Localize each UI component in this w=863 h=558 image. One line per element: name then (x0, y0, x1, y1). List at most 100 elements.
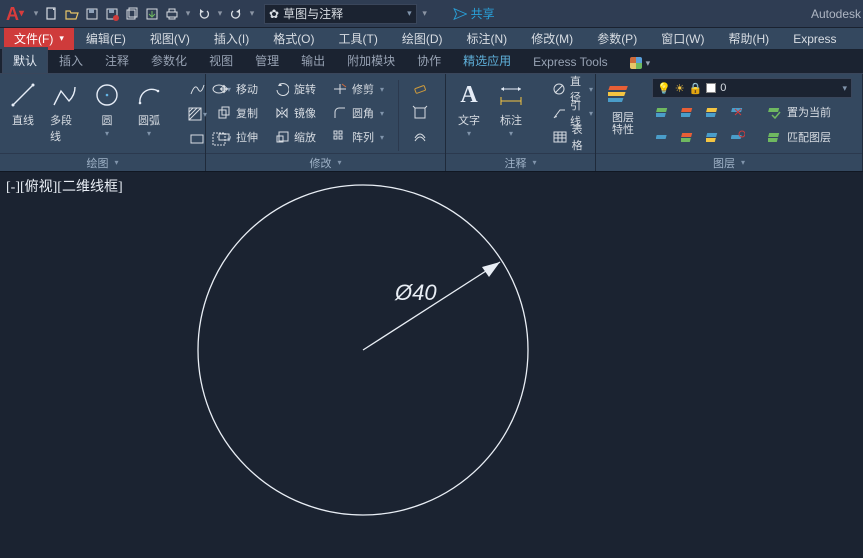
leader-icon (552, 105, 566, 121)
brand-label: Autodesk (811, 7, 861, 21)
dim-button[interactable]: 标注▾ (494, 78, 528, 153)
stretch-button[interactable]: 拉伸 (212, 126, 262, 148)
layer-lock-icon[interactable] (702, 101, 724, 123)
redo-caret[interactable]: ▾ (248, 6, 256, 22)
layerprops-button[interactable]: 图层 特性 (602, 78, 644, 153)
scale-button[interactable]: 缩放 (270, 126, 320, 148)
fillet-icon (332, 105, 348, 121)
layer-unlock-icon[interactable] (727, 101, 749, 123)
save-icon[interactable] (84, 6, 100, 22)
undo-caret[interactable]: ▾ (216, 6, 224, 22)
new-icon[interactable] (44, 6, 60, 22)
share-button[interactable]: 共享 (453, 5, 495, 22)
layer-off-icon[interactable] (652, 101, 674, 123)
polyline-icon (50, 80, 80, 110)
tab-express[interactable]: Express Tools (522, 50, 618, 73)
arc-button[interactable]: 圆弧 ▾ (132, 78, 166, 153)
ribbon: 直线 多段线 圆 ▾ 圆弧 ▾ ▾ (0, 74, 863, 172)
workspace-label: 草图与注释 (283, 5, 343, 22)
tab-collab[interactable]: 协作 (406, 47, 452, 73)
spline-icon[interactable] (186, 78, 208, 100)
panel-draw-title[interactable]: 绘图 (0, 153, 205, 171)
qat-caret[interactable]: ▾ (32, 6, 40, 22)
layer-dropdown[interactable]: 💡 ☀ 🔒 0 ▾ (652, 78, 852, 98)
layer-merge-icon[interactable] (702, 126, 724, 148)
tab-annotate[interactable]: 注释 (94, 47, 140, 73)
table-icon (552, 129, 568, 145)
menu-param[interactable]: 参数(P) (585, 28, 649, 50)
hatch-icon[interactable]: ▾ (186, 103, 208, 125)
share-label: 共享 (471, 5, 495, 22)
gear-icon: ✿ (269, 7, 279, 21)
workspace-caret[interactable]: ▾ (421, 6, 429, 22)
mirror-button[interactable]: 镜像 (270, 102, 320, 124)
rectangle-icon[interactable] (186, 128, 208, 150)
panel-modify: ✥移动 复制 拉伸 旋转 镜像 缩放 修剪▾ 圆角▾ 阵列▾ 修改 (206, 74, 446, 171)
fillet-button[interactable]: 圆角▾ (328, 102, 388, 124)
layer-uniso-icon[interactable] (677, 126, 699, 148)
rotate-icon (274, 81, 290, 97)
layer-delete-icon[interactable] (727, 126, 749, 148)
dimension-text: Ø40 (394, 280, 437, 305)
layer-iso-icon[interactable] (652, 126, 674, 148)
trim-button[interactable]: 修剪▾ (328, 78, 388, 100)
layerprops-icon (608, 80, 638, 110)
tab-parametric[interactable]: 参数化 (140, 47, 198, 73)
circle-icon (92, 80, 122, 110)
panel-annotate-title[interactable]: 注释 (446, 153, 595, 171)
scale-icon (274, 129, 290, 145)
table-button[interactable]: 表格 (548, 126, 597, 148)
match-layer-button[interactable]: 匹配图层 (763, 126, 835, 148)
offset-icon[interactable] (409, 126, 431, 148)
tab-output[interactable]: 输出 (290, 47, 336, 73)
saveweb-icon[interactable] (144, 6, 160, 22)
layer-freeze-icon[interactable] (677, 101, 699, 123)
panel-annotate: A 文字▾ 标注▾ 直径▾ 引线▾ 表格 注释 (446, 74, 596, 171)
tab-view[interactable]: 视图 (198, 47, 244, 73)
menu-express[interactable]: Express (781, 28, 848, 50)
menu-window[interactable]: 窗口(W) (649, 28, 716, 50)
match-layer-icon (767, 129, 783, 145)
set-current-button[interactable]: 置为当前 (763, 101, 835, 123)
menu-help[interactable]: 帮助(H) (717, 28, 782, 50)
openweb-icon[interactable] (124, 6, 140, 22)
panel-layer-title[interactable]: 图层 (596, 153, 862, 171)
explode-icon[interactable] (409, 102, 431, 124)
set-current-icon (767, 104, 783, 120)
app-logo[interactable]: A▾ (6, 5, 24, 23)
trim-icon (332, 81, 348, 97)
text-button[interactable]: A 文字▾ (452, 78, 486, 153)
ribbon-tab-strip: 默认 插入 注释 参数化 视图 管理 输出 附加模块 协作 精选应用 Expre… (0, 50, 863, 74)
menu-modify[interactable]: 修改(M) (519, 28, 585, 50)
erase-icon[interactable] (409, 78, 431, 100)
bulb-icon: 💡 (657, 82, 671, 95)
arc-icon (134, 80, 164, 110)
tab-manage[interactable]: 管理 (244, 47, 290, 73)
tab-default[interactable]: 默认 (2, 47, 48, 73)
color-swatch (706, 83, 716, 93)
tab-apps[interactable]: ▾ (619, 52, 662, 73)
tab-insert[interactable]: 插入 (48, 47, 94, 73)
polyline-button[interactable]: 多段线 (48, 78, 82, 153)
undo-icon[interactable] (196, 6, 212, 22)
move-button[interactable]: ✥移动 (212, 78, 262, 100)
plot-icon[interactable] (164, 6, 180, 22)
line-button[interactable]: 直线 (6, 78, 40, 153)
redo-icon[interactable] (228, 6, 244, 22)
circle-button[interactable]: 圆 ▾ (90, 78, 124, 153)
panel-modify-title[interactable]: 修改 (206, 153, 445, 171)
workspace-dropdown[interactable]: ✿ 草图与注释 ▾ (264, 4, 417, 24)
share-icon (453, 7, 467, 21)
rotate-button[interactable]: 旋转 (270, 78, 320, 100)
saveas-icon[interactable] (104, 6, 120, 22)
diameter-dimension[interactable]: Ø40 (363, 262, 500, 350)
open-icon[interactable] (64, 6, 80, 22)
layer-name: 0 (720, 82, 726, 94)
drawing-canvas[interactable]: [-][俯视][二维线框] Ø40 (0, 172, 863, 558)
tab-addons[interactable]: 附加模块 (336, 47, 406, 73)
copy-button[interactable]: 复制 (212, 102, 262, 124)
array-button[interactable]: 阵列▾ (328, 126, 388, 148)
sun-icon: ☀ (675, 82, 685, 95)
plot-caret[interactable]: ▾ (184, 6, 192, 22)
tab-featured[interactable]: 精选应用 (452, 47, 522, 73)
